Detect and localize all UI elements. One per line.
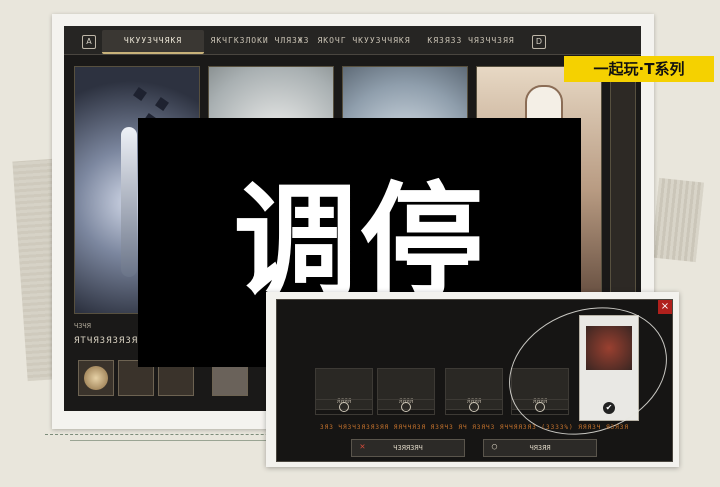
pause-title: 调停 bbox=[233, 170, 486, 315]
card-art-5[interactable] bbox=[610, 66, 636, 314]
popup-info-text: ЗЯЗ ЧЯЗЧЗЯЗЯЗЯЯ ЯЯЧЧЯЗЯ ЯЗЯЧЗ ЯЧ ЯЗЯЧЗ Я… bbox=[319, 424, 630, 431]
card-title: ЯТЧЯЗЯЗЯЗЯЯ bbox=[74, 336, 145, 346]
coin-icon bbox=[84, 366, 108, 390]
tab-2[interactable]: ЯКЧГКЗЛОКИ ЧЛЯЗЖЗ bbox=[210, 30, 310, 52]
tab-1[interactable]: ЧКУУЗЧЧЯКЯ bbox=[102, 30, 204, 54]
tab-4[interactable]: КЯЗЯЗЗ ЧЯЗЧЧЗЯЯ bbox=[420, 30, 522, 52]
shard bbox=[155, 97, 169, 111]
radio-1[interactable] bbox=[315, 399, 373, 415]
tab-key-left[interactable]: A bbox=[82, 35, 96, 49]
scribble-mark bbox=[491, 300, 672, 457]
circle-icon: ○ bbox=[491, 442, 498, 452]
tab-bar: A ЧКУУЗЧЧЯКЯ ЯКЧГКЗЛОКИ ЧЛЯЗЖЗ ЯКОЧГ ЧКУ… bbox=[64, 26, 641, 55]
paper-scrap-right bbox=[650, 177, 705, 263]
close-button[interactable]: × bbox=[658, 300, 672, 314]
selection-popup: × ЯЯЯЯ ЯЯЯЯ ЯЯЯЯ ЯЯЯЯ ✔ ЗЯЗ ЧЯЗЧЗЯЗЯЗЯЯ … bbox=[276, 299, 673, 462]
statue-figure bbox=[121, 127, 137, 277]
card-subtitle: ЧЗЧЯ bbox=[74, 322, 91, 330]
confirm-label: ЧЯЗЯЯ bbox=[529, 444, 551, 452]
item-slot-coin[interactable] bbox=[78, 360, 114, 396]
close-icon: ✕ bbox=[359, 442, 366, 452]
radio-2[interactable] bbox=[377, 399, 435, 415]
shard bbox=[133, 87, 147, 101]
tab-key-right[interactable]: D bbox=[532, 35, 546, 49]
series-badge: 一起玩·T系列 bbox=[564, 56, 714, 82]
confirm-button[interactable]: ○ ЧЯЗЯЯ bbox=[483, 439, 597, 457]
radio-3[interactable] bbox=[445, 399, 503, 415]
tab-3[interactable]: ЯКОЧГ ЧКУУЗЧЧЯКЯ bbox=[314, 30, 414, 52]
cancel-button[interactable]: ✕ ЧЗЯЯЗЯЧ bbox=[351, 439, 465, 457]
cancel-label: ЧЗЯЯЗЯЧ bbox=[393, 444, 423, 452]
